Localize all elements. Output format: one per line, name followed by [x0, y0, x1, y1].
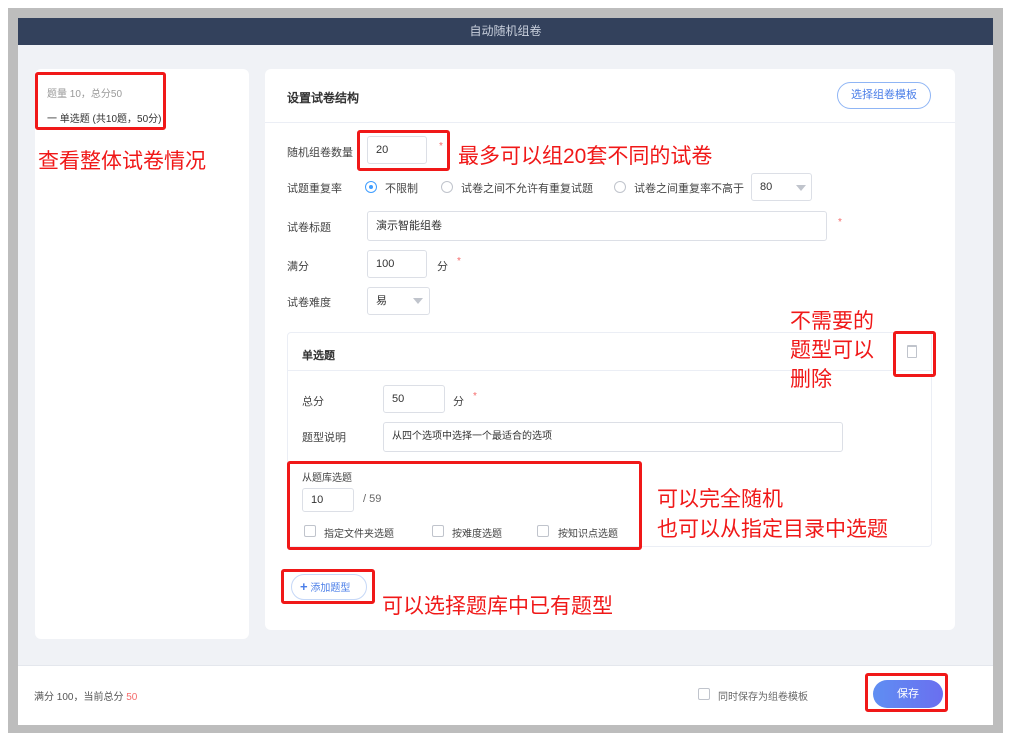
annotation-line: 可以完全随机 — [657, 488, 783, 511]
annotation-line: 不需要的 — [790, 310, 874, 333]
annotation-random: 可以完全随机也可以从指定目录中选题 — [657, 485, 888, 545]
section-title: 单选题 — [302, 350, 335, 362]
total-input[interactable]: 50 — [383, 385, 445, 413]
difficulty-label: 试卷难度 — [287, 297, 331, 309]
unit-label: 分 — [453, 396, 464, 408]
radio-repeat-rate-label[interactable]: 试卷之间重复率不高于 — [634, 180, 744, 196]
unit-label: 分 — [437, 261, 448, 273]
radio-no-repeat[interactable] — [441, 181, 453, 193]
annotation-line: 题型可以 — [790, 339, 874, 362]
desc-input[interactable]: 从四个选项中选择一个最适合的选项 — [383, 422, 843, 452]
annotation-overview: 查看整体试卷情况 — [38, 150, 206, 173]
required-mark: * — [838, 217, 842, 228]
annotation-max-sets: 最多可以组20套不同的试卷 — [458, 145, 713, 168]
footer: 满分 100，当前总分 50 同时保存为组卷模板 保存 — [18, 665, 993, 725]
radio-unlimited-label[interactable]: 不限制 — [385, 180, 418, 196]
required-mark: * — [473, 391, 477, 402]
divider — [265, 122, 955, 123]
highlight-box — [865, 673, 948, 712]
required-mark: * — [457, 256, 461, 267]
panel-title: 设置试卷结构 — [287, 91, 360, 105]
save-template-label[interactable]: 同时保存为组卷模板 — [718, 688, 808, 703]
chevron-down-icon — [413, 298, 423, 304]
current-score: 50 — [126, 692, 138, 703]
chevron-down-icon — [796, 185, 806, 191]
score-summary: 满分 100，当前总分 50 — [34, 688, 137, 703]
annotation-line: 也可以从指定目录中选题 — [657, 518, 888, 541]
paper-title-input[interactable]: 演示智能组卷 — [367, 211, 827, 241]
paper-title-label: 试卷标题 — [287, 222, 331, 234]
select-template-button[interactable]: 选择组卷模板 — [837, 82, 931, 109]
radio-no-repeat-label[interactable]: 试卷之间不允许有重复试题 — [461, 180, 593, 196]
difficulty-value: 易 — [376, 295, 387, 307]
highlight-box — [281, 569, 375, 604]
score-text: 满分 100，当前总分 — [34, 692, 127, 703]
count-label: 随机组卷数量 — [287, 147, 353, 159]
full-score-input[interactable]: 100 — [367, 250, 427, 278]
repeat-label: 试题重复率 — [287, 183, 342, 195]
highlight-box — [35, 72, 166, 130]
highlight-box — [357, 130, 450, 171]
radio-unlimited[interactable] — [365, 181, 377, 193]
save-template-checkbox[interactable] — [698, 688, 710, 700]
window-title: 自动随机组卷 — [18, 18, 993, 45]
highlight-box — [287, 461, 642, 550]
highlight-box — [893, 331, 936, 377]
annotation-delete: 不需要的题型可以删除 — [790, 307, 874, 394]
annotation-add-type: 可以选择题库中已有题型 — [382, 595, 613, 618]
desc-label: 题型说明 — [302, 432, 346, 444]
full-score-label: 满分 — [287, 261, 309, 273]
repeat-rate-value: 80 — [760, 181, 773, 193]
annotation-line: 删除 — [790, 368, 832, 391]
total-label: 总分 — [302, 396, 324, 408]
radio-repeat-rate[interactable] — [614, 181, 626, 193]
